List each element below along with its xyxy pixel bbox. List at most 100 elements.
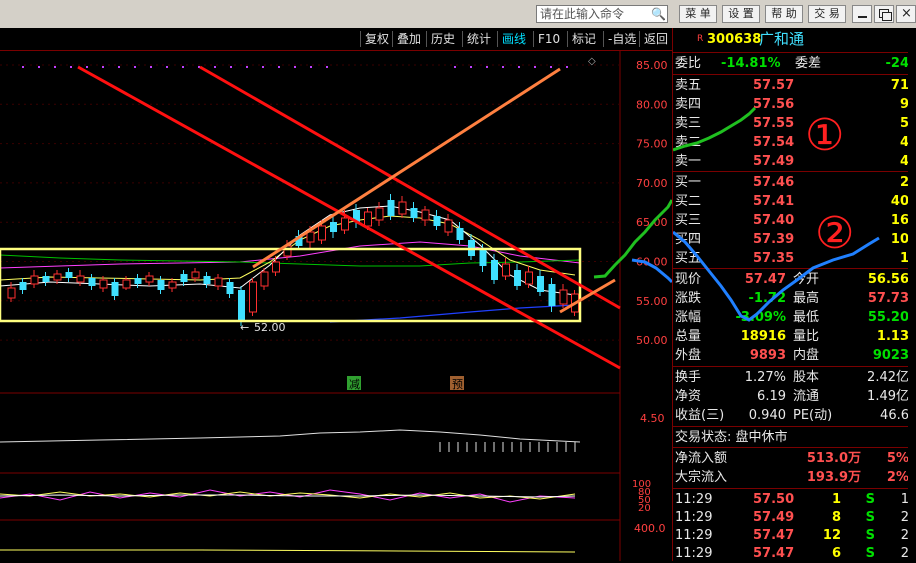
menu-fuquan[interactable]: 复权 <box>360 31 393 47</box>
candle-body <box>306 231 315 243</box>
candle-body <box>410 208 418 218</box>
signal-dot <box>534 66 536 68</box>
top-toolbar: 请在此输入命令 🔍 菜 单 设 置 帮 助 交 易 × <box>0 0 916 28</box>
candle-body <box>88 278 96 286</box>
signal-dot <box>134 66 136 68</box>
candle-body <box>203 276 211 284</box>
settings-button[interactable]: 设 置 <box>722 5 760 23</box>
price-tick: 70.00 <box>636 177 668 190</box>
candle-body <box>514 270 521 286</box>
candle-body <box>421 209 430 221</box>
minimize-icon[interactable] <box>852 5 872 23</box>
command-input[interactable]: 请在此输入命令 <box>536 5 668 23</box>
candle-body <box>157 280 165 290</box>
candle-body <box>65 272 73 278</box>
close-icon[interactable]: × <box>896 5 916 23</box>
handdrawn-green-line <box>673 106 757 152</box>
signal-dot <box>550 66 552 68</box>
signal-dots <box>22 66 568 68</box>
price-tick: 50.00 <box>636 334 668 347</box>
trade-button[interactable]: 交 易 <box>808 5 846 23</box>
price-tick: 85.00 <box>636 59 668 72</box>
forecast-marker-label: 预 <box>452 378 463 391</box>
menu-mark[interactable]: 标记 <box>567 31 600 47</box>
candle-body <box>249 281 257 313</box>
candle-body <box>387 200 395 216</box>
help-button[interactable]: 帮 助 <box>765 5 803 23</box>
annotation-circle-1: ① <box>805 110 845 161</box>
trendline-red-1 <box>77 65 621 370</box>
candle-body <box>76 275 85 283</box>
signal-dot <box>470 66 472 68</box>
signal-dot <box>518 66 520 68</box>
volume-bars <box>439 442 576 452</box>
trendline-orange-short <box>559 278 616 314</box>
candle-body <box>122 279 131 289</box>
candle-body <box>180 274 188 282</box>
candle-body <box>559 289 568 305</box>
candle-body <box>502 263 510 277</box>
signal-dot <box>454 66 456 68</box>
signal-dot <box>230 66 232 68</box>
price-grid <box>0 64 620 341</box>
signal-dot <box>150 66 152 68</box>
signal-dot <box>102 66 104 68</box>
signal-dot <box>246 66 248 68</box>
annotation-layer <box>673 106 880 322</box>
candle-body <box>99 279 108 289</box>
trendline-orange-up <box>252 67 561 269</box>
candle-body <box>364 211 372 227</box>
bottom-line <box>0 549 576 553</box>
candle-body <box>7 287 16 299</box>
signal-dot <box>182 66 184 68</box>
candle-body <box>444 219 453 233</box>
signal-dot <box>502 66 504 68</box>
menu-stats[interactable]: 统计 <box>462 31 495 47</box>
candle-body <box>537 276 544 292</box>
candle-body <box>238 290 245 320</box>
price-tick: 75.00 <box>636 138 668 151</box>
candle-body <box>214 277 223 287</box>
low-price-label: ← <box>240 321 249 334</box>
menu-back[interactable]: 返回 <box>639 31 672 47</box>
menu-history[interactable]: 历史 <box>426 31 459 47</box>
signal-dot <box>310 66 312 68</box>
signal-dot <box>70 66 72 68</box>
candle-body <box>19 282 27 290</box>
candle-body <box>111 282 119 296</box>
side-strip <box>908 28 916 561</box>
diamond-icon[interactable]: ◇ <box>588 56 596 67</box>
quote-panel: R 300638 广和通 委比 -14.81% 委差 -24 卖五 57.57 71… <box>672 28 916 561</box>
candle-body <box>525 271 533 285</box>
signal-dot <box>294 66 296 68</box>
ma-line-blue <box>329 304 576 323</box>
chart-menubar: 复权 叠加 历史 统计 画线 F10 标记 -自选 返回 <box>0 28 672 51</box>
menu-drawline[interactable]: 画线 <box>497 31 530 47</box>
candle-body <box>479 250 487 266</box>
candle-body <box>260 271 269 287</box>
search-icon[interactable]: 🔍 <box>650 6 667 22</box>
candle-body <box>375 207 384 221</box>
menu-button[interactable]: 菜 单 <box>679 5 717 23</box>
signal-dot <box>166 66 168 68</box>
candle-body <box>491 260 498 280</box>
candlesticks <box>7 194 579 326</box>
menu-f10[interactable]: F10 <box>533 31 564 47</box>
menu-watchlist[interactable]: -自选 <box>603 31 640 47</box>
candle-body <box>168 281 177 289</box>
menu-overlay[interactable]: 叠加 <box>392 31 425 47</box>
candle-body <box>433 216 441 226</box>
signal-dot <box>566 66 568 68</box>
signal-dot <box>214 66 216 68</box>
low-price-value: 52.00 <box>254 321 286 334</box>
indicator-tick: 20 <box>638 503 651 514</box>
kline-chart[interactable]: 85.0080.0075.0070.0065.0060.0055.0050.00… <box>0 50 672 561</box>
signal-dot <box>22 66 24 68</box>
candle-body <box>191 271 200 279</box>
candle-body <box>341 217 349 231</box>
volume-line <box>0 429 581 443</box>
price-tick: 80.00 <box>636 98 668 111</box>
restore-icon[interactable] <box>874 5 894 23</box>
bottom-axis-label: 400.0 <box>634 522 666 535</box>
candle-body <box>548 284 556 306</box>
